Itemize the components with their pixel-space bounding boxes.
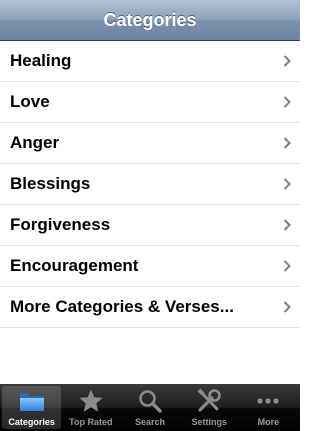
chevron-right-icon bbox=[283, 55, 291, 67]
page-title: Categories bbox=[103, 9, 197, 30]
star-icon bbox=[76, 386, 106, 416]
tab-label: Search bbox=[134, 417, 166, 427]
tools-icon bbox=[194, 386, 224, 416]
category-row-healing[interactable]: Healing bbox=[0, 41, 300, 82]
ellipsis-icon bbox=[253, 386, 283, 416]
category-row-more[interactable]: More Categories & Verses... bbox=[0, 287, 300, 328]
category-label: More Categories & Verses... bbox=[10, 297, 234, 316]
category-row-forgiveness[interactable]: Forgiveness bbox=[0, 205, 300, 246]
category-label: Forgiveness bbox=[10, 215, 111, 234]
tab-settings[interactable]: Settings bbox=[180, 386, 239, 429]
chevron-right-icon bbox=[283, 178, 291, 190]
category-label: Encouragement bbox=[10, 256, 139, 275]
tab-label: Categories bbox=[8, 417, 55, 427]
tab-top-rated[interactable]: Top Rated bbox=[61, 386, 120, 429]
category-label: Love bbox=[10, 92, 50, 111]
category-label: Anger bbox=[10, 133, 60, 152]
chevron-right-icon bbox=[283, 137, 291, 149]
category-list[interactable]: Healing Love Anger Blessings Forgiveness… bbox=[0, 41, 300, 384]
tab-bar: Categories Top Rated Search Settings Mor… bbox=[0, 384, 300, 431]
magnifier-icon bbox=[135, 386, 165, 416]
tab-label: Top Rated bbox=[69, 417, 113, 427]
chevron-right-icon bbox=[283, 219, 291, 231]
category-label: Healing bbox=[10, 51, 72, 70]
tab-label: Settings bbox=[191, 417, 227, 427]
chevron-right-icon bbox=[283, 96, 291, 108]
category-row-blessings[interactable]: Blessings bbox=[0, 164, 300, 205]
navigation-bar: Categories bbox=[0, 0, 300, 41]
category-row-anger[interactable]: Anger bbox=[0, 123, 300, 164]
category-row-encouragement[interactable]: Encouragement bbox=[0, 246, 300, 287]
chevron-right-icon bbox=[283, 301, 291, 313]
tab-categories[interactable]: Categories bbox=[2, 386, 62, 429]
tab-label: More bbox=[257, 417, 280, 427]
folder-icon bbox=[17, 386, 47, 416]
chevron-right-icon bbox=[283, 260, 291, 272]
tab-search[interactable]: Search bbox=[120, 386, 179, 429]
category-label: Blessings bbox=[10, 174, 91, 193]
category-row-love[interactable]: Love bbox=[0, 82, 300, 123]
tab-more[interactable]: More bbox=[239, 386, 298, 429]
